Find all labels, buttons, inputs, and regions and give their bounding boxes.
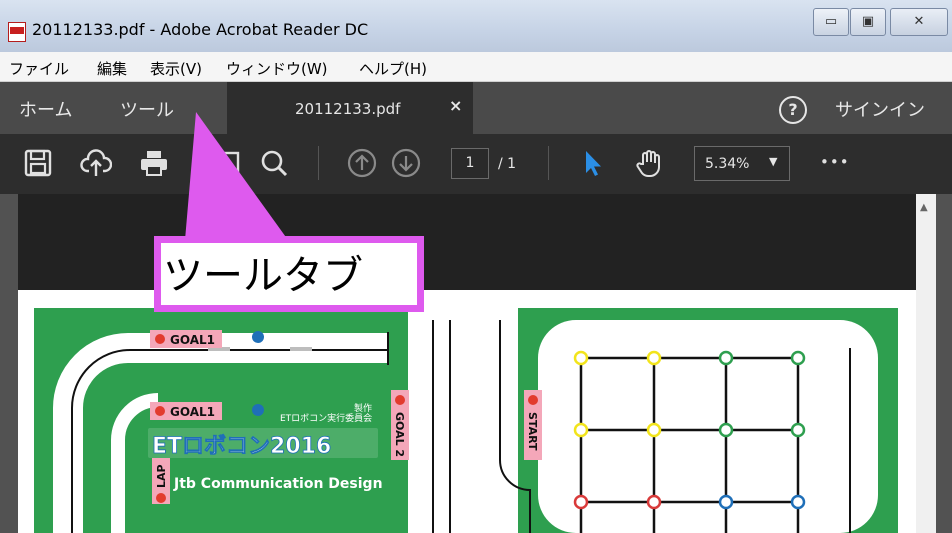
- callout-pointer: [185, 112, 288, 240]
- callout-label: ツールタブ: [163, 253, 363, 299]
